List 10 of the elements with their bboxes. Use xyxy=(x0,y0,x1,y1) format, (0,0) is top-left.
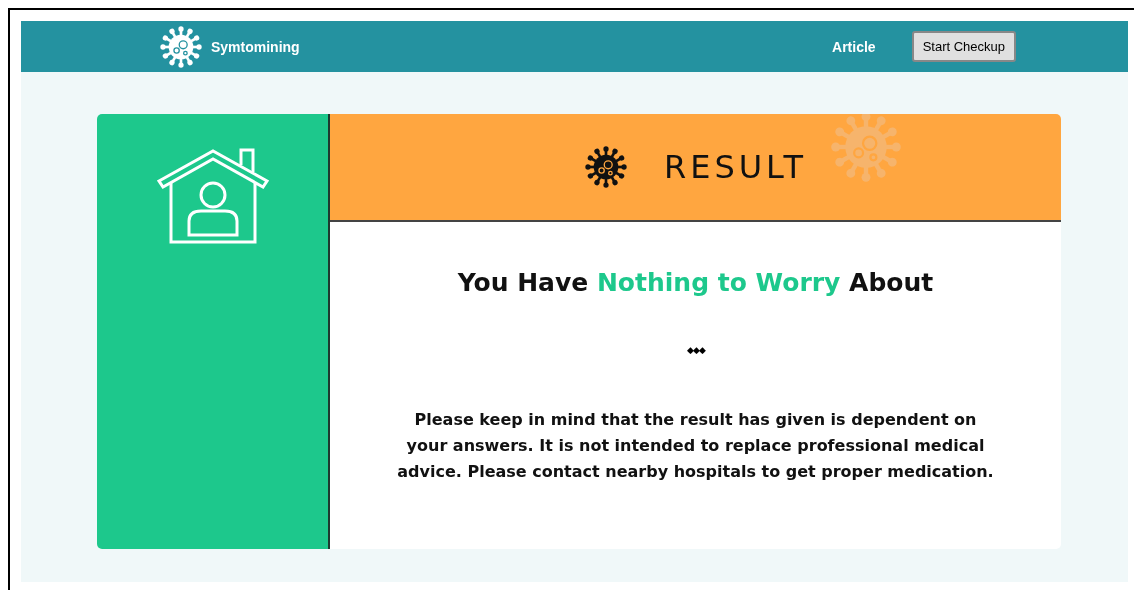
virus-logo-icon xyxy=(159,24,203,69)
house-person-icon xyxy=(154,147,271,245)
result-headline: You Have Nothing to Worry About xyxy=(457,268,934,297)
start-checkup-button[interactable]: Start Checkup xyxy=(911,31,1016,62)
virus-icon xyxy=(583,145,628,189)
banner-title: RESULT xyxy=(663,148,808,186)
brand-name[interactable]: Symtomining xyxy=(211,38,300,55)
diamond-divider: ◆◆◆ xyxy=(686,345,705,355)
nav-link[interactable]: Article xyxy=(832,38,876,55)
advice-paragraph: Please keep in mind that the result has given is dependent on your answers. It is not intended to replace professional medical advice. Please contact nearby hospitals to get proper medication. xyxy=(396,409,995,483)
